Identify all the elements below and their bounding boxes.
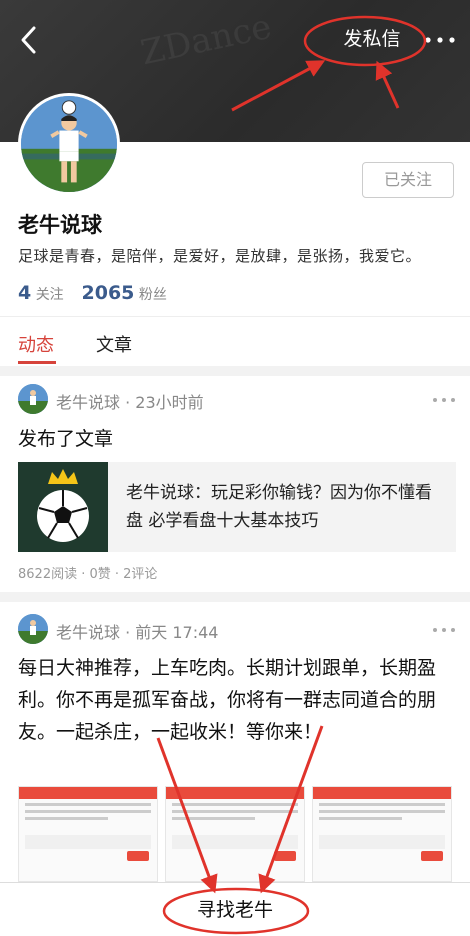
active-tab-indicator [18, 361, 56, 364]
post-image-grid [18, 786, 456, 882]
bottom-bar: 寻找老牛 [0, 882, 470, 936]
section-gap [0, 366, 470, 376]
profile-stats: 4 关注 2065 粉丝 [18, 282, 167, 304]
post-more-icon[interactable] [432, 627, 456, 633]
soccer-ball-crown-icon [18, 462, 108, 552]
send-message-button[interactable]: 发私信 [330, 24, 414, 54]
more-dots-icon[interactable] [424, 36, 456, 44]
post-stats: 8622阅读 · 0赞 · 2评论 [18, 567, 158, 582]
following-button[interactable]: 已关注 [362, 162, 454, 198]
avatar-image [18, 384, 48, 414]
post-author-meta[interactable]: 老牛说球 · 前天 17:44 [56, 619, 218, 643]
post-image[interactable] [312, 786, 452, 882]
post-more-icon[interactable] [432, 397, 456, 403]
avatar-image [21, 96, 117, 192]
header-watermark: ZDance [137, 6, 275, 74]
tab-articles[interactable]: 文章 [96, 331, 132, 357]
article-title[interactable]: 老牛说球：玩足彩你输钱？因为你不懂看盘 必学看盘十大基本技巧 [126, 479, 444, 535]
article-card[interactable]: 老牛说球：玩足彩你输钱？因为你不懂看盘 必学看盘十大基本技巧 [18, 462, 456, 552]
avatar-image [18, 614, 48, 644]
find-button[interactable]: 寻找老牛 [165, 895, 305, 925]
post-author-meta[interactable]: 老牛说球 · 23小时前 [56, 389, 204, 413]
profile-name: 老牛说球 [18, 213, 102, 237]
profile-avatar[interactable] [18, 93, 120, 195]
post-image[interactable] [18, 786, 158, 882]
post-text: 每日大神推荐，上车吃肉。长期计划跟单，长期盈利。你不再是孤军奋战，你将有一群志同… [18, 657, 437, 743]
fans-label[interactable]: 粉丝 [139, 287, 167, 303]
profile-tabs: 动态 文章 [0, 317, 470, 367]
following-count[interactable]: 4 [18, 282, 31, 304]
profile-bio: 足球是青春，是陪伴，是爱好，是放肆，是张扬，我爱它。 [18, 247, 422, 265]
post-author-avatar[interactable] [18, 614, 48, 644]
post-image[interactable] [165, 786, 305, 882]
article-thumbnail [18, 462, 108, 552]
post-text: 发布了文章 [18, 428, 114, 450]
following-label[interactable]: 关注 [36, 287, 64, 303]
fans-count[interactable]: 2065 [82, 282, 135, 304]
tab-feed[interactable]: 动态 [18, 331, 54, 357]
chevron-left-icon[interactable] [14, 22, 44, 58]
post-author-avatar[interactable] [18, 384, 48, 414]
section-gap [0, 592, 470, 602]
